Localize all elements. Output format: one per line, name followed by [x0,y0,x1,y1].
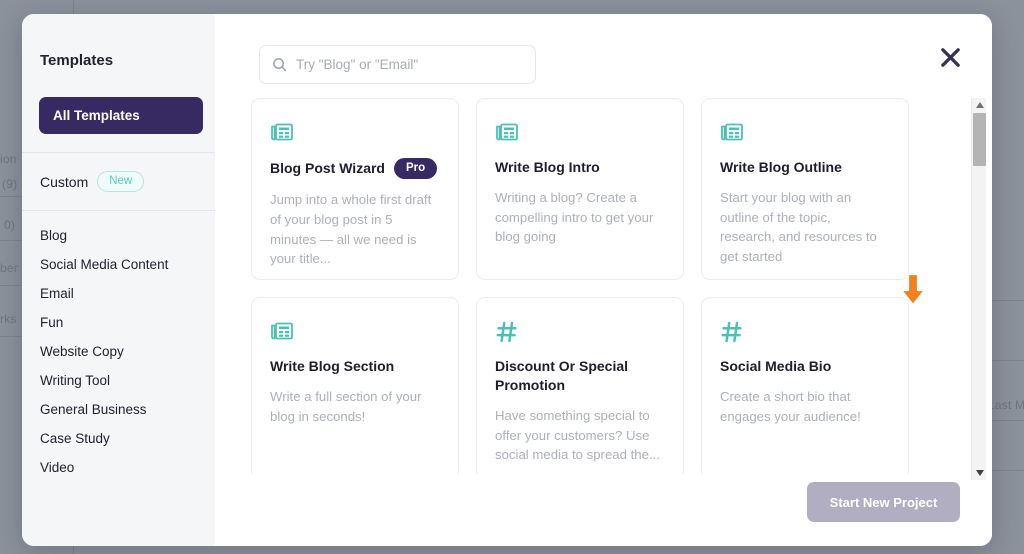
sidebar: Templates All Templates Custom New Blog … [22,14,215,546]
scrollbar-thumb[interactable] [973,113,986,166]
sidebar-item-video[interactable]: Video [22,453,215,482]
sidebar-item-case-study[interactable]: Case Study [22,424,215,453]
background-divider [992,360,1024,361]
sidebar-item-social-media-content[interactable]: Social Media Content [22,250,215,279]
pro-badge: Pro [394,158,438,179]
template-card-header: Write Blog Section [270,357,438,376]
background-divider [992,420,1024,421]
hashtag-icon [495,320,663,344]
hashtag-icon [720,320,888,344]
template-card-description: Start your blog with an outline of the t… [720,189,877,265]
background-divider [992,470,1024,471]
background-text-fragment: (9) [2,177,18,191]
template-card-header: Blog Post Wizard Pro [270,158,438,179]
new-badge: New [97,171,145,192]
template-card-description: Writing a blog? Create a compelling intr… [495,189,654,245]
templates-modal: Templates All Templates Custom New Blog … [22,14,992,546]
sidebar-item-general-business[interactable]: General Business [22,395,215,424]
sidebar-item-writing-tool[interactable]: Writing Tool [22,366,215,395]
sidebar-item-fun[interactable]: Fun [22,308,215,337]
sidebar-item-email[interactable]: Email [22,279,215,308]
template-card-title: Social Media Bio [720,358,832,374]
background-text-fragment: rks [0,312,17,326]
template-card[interactable]: Write Blog Intro Writing a blog? Create … [476,98,684,280]
template-card[interactable]: Social Media Bio Create a short bio that… [701,297,909,474]
start-new-project-button[interactable]: Start New Project [807,482,960,522]
background-text-fragment: Last M [988,398,1024,412]
template-grid-region: Blog Post Wizard Pro Jump into a whole f… [251,98,992,474]
template-card-header: Write Blog Intro [495,158,663,177]
template-card-title: Blog Post Wizard [270,160,385,177]
template-card-description: Create a short bio that engages your aud… [720,388,861,424]
template-card-header: Social Media Bio [720,357,888,376]
page-title: Templates [40,52,114,69]
modal-footer: Start New Project [215,474,992,546]
background-text-fragment: ion [0,152,17,166]
scroll-up-arrow-icon[interactable] [972,98,987,112]
template-grid-scrollbar[interactable] [971,98,986,480]
template-card-title: Write Blog Intro [495,159,600,175]
article-icon [270,320,438,344]
template-card-description: Write a full section of your blog in sec… [270,388,422,424]
background-text-fragment: ber [0,261,18,275]
sidebar-item-custom[interactable]: Custom New [22,153,215,210]
article-icon [495,121,663,145]
template-card-title: Write Blog Outline [720,159,842,175]
article-icon [270,121,438,145]
close-icon[interactable] [939,46,962,69]
top-bar [215,14,992,98]
background-text-fragment: 0) [4,218,16,232]
search-box[interactable] [259,45,536,84]
template-card-description: Have something special to offer your cus… [495,407,660,463]
template-card-header: Discount Or Special Promotion [495,357,663,395]
template-card[interactable]: Blog Post Wizard Pro Jump into a whole f… [251,98,459,280]
search-icon [272,57,287,72]
sidebar-item-blog[interactable]: Blog [22,221,215,250]
background-divider [992,300,1024,301]
template-card[interactable]: Write Blog Section Write a full section … [251,297,459,474]
template-card-title: Write Blog Section [270,358,395,374]
template-card-description: Jump into a whole first draft of your bl… [270,192,432,267]
template-card-header: Write Blog Outline [720,158,888,177]
sidebar-item-all-templates[interactable]: All Templates [39,97,203,134]
sidebar-item-website-copy[interactable]: Website Copy [22,337,215,366]
template-card-title: Discount Or Special Promotion [495,358,629,393]
template-card[interactable]: Discount Or Special Promotion Have somet… [476,297,684,474]
main-panel: Blog Post Wizard Pro Jump into a whole f… [215,14,992,546]
template-grid: Blog Post Wizard Pro Jump into a whole f… [251,98,992,474]
template-card[interactable]: Write Blog Outline Start your blog with … [701,98,909,280]
sidebar-category-list: Blog Social Media Content Email Fun Webs… [22,211,215,482]
sidebar-item-label: Custom [40,173,89,190]
article-icon [720,121,888,145]
search-input[interactable] [296,57,523,72]
